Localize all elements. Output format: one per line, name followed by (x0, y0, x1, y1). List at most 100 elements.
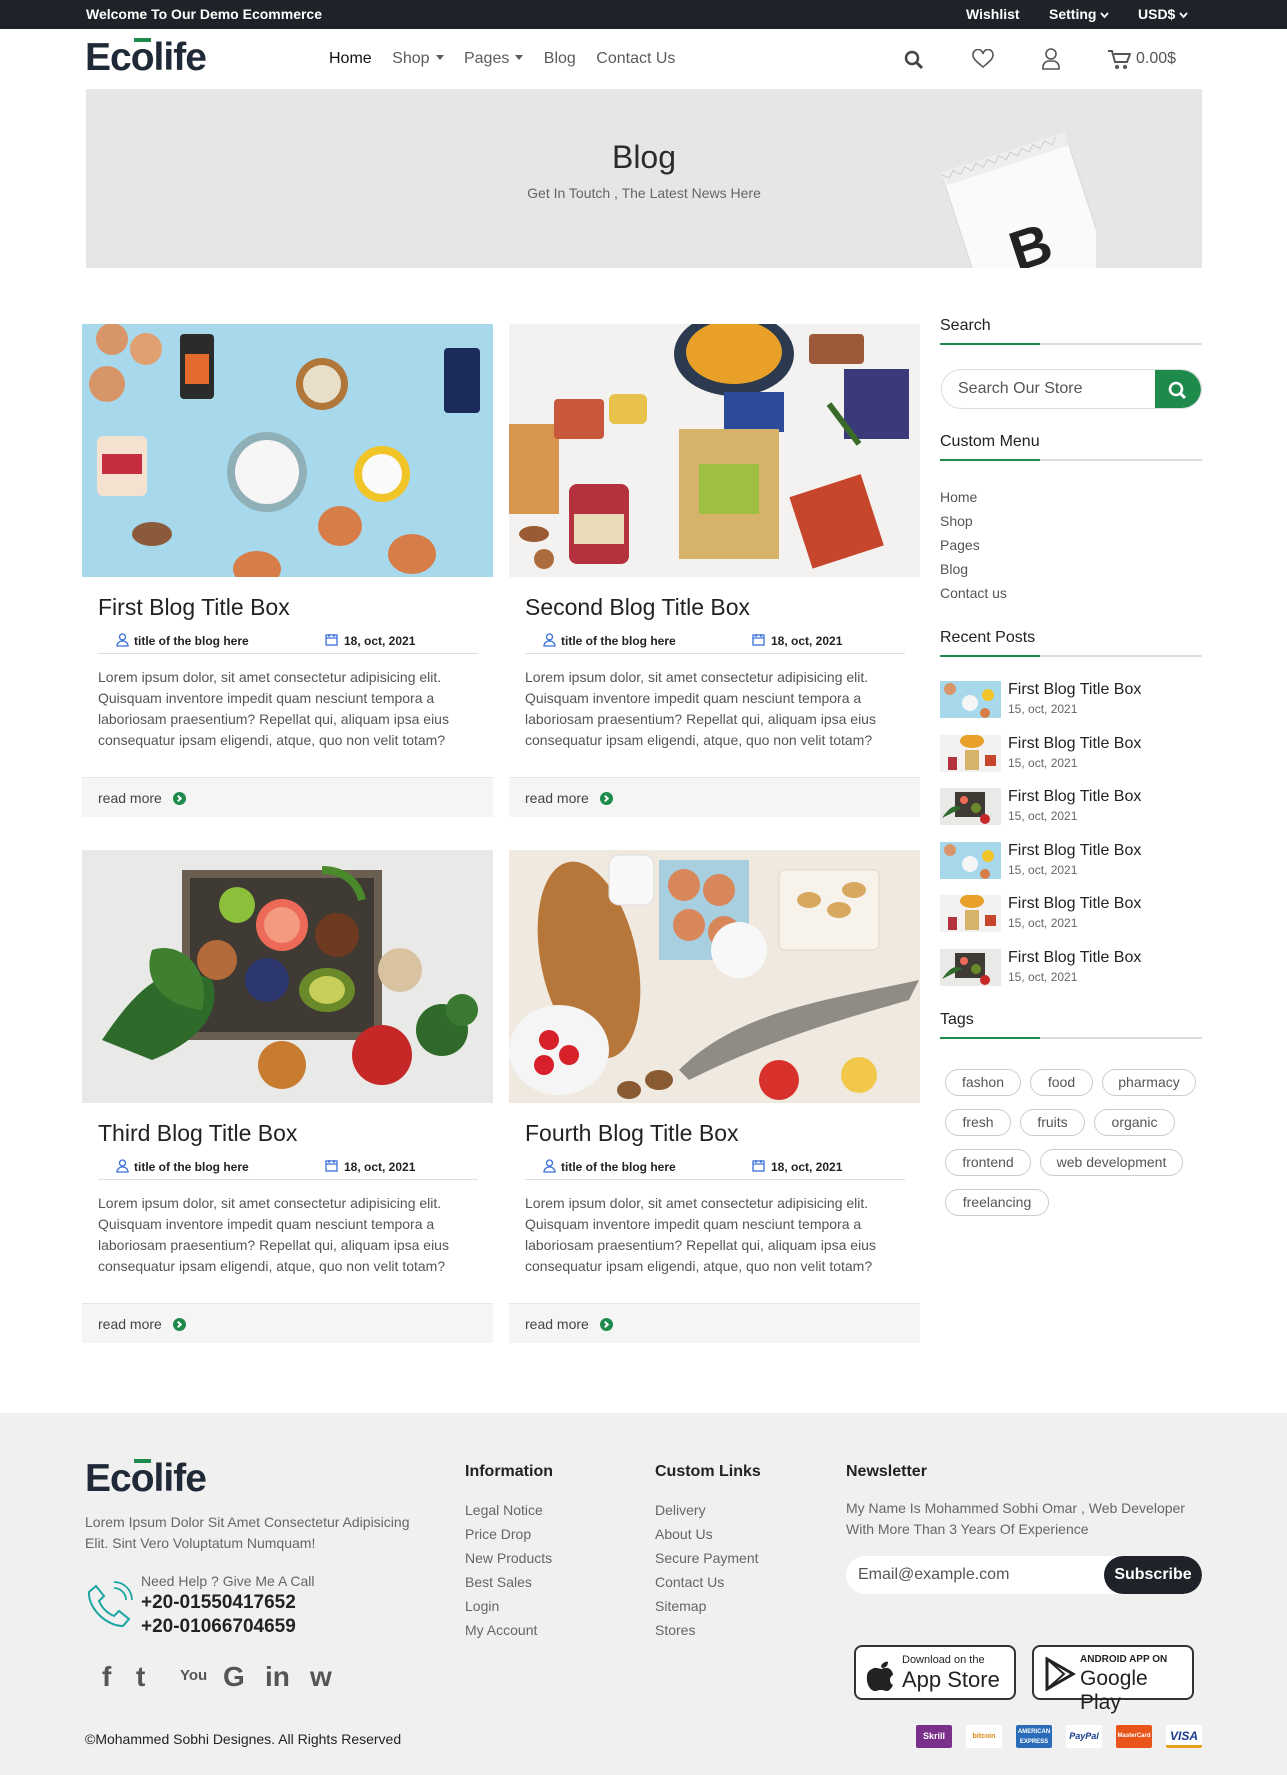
mastercard-icon: MasterCard (1116, 1725, 1152, 1748)
search-button[interactable] (1155, 370, 1201, 408)
recent-post[interactable]: First Blog Title Box 15, oct, 2021 (940, 735, 1202, 775)
linkedin-icon[interactable]: in (265, 1661, 290, 1693)
tag[interactable]: fruits (1020, 1109, 1085, 1136)
currency-dropdown[interactable]: USD$ (1138, 6, 1188, 22)
custom-menu-item[interactable]: Contact us (940, 585, 1007, 601)
tag[interactable]: fashon (945, 1069, 1021, 1096)
wishlist-link[interactable]: Wishlist (966, 6, 1020, 22)
user-icon[interactable] (1041, 48, 1061, 70)
recent-post[interactable]: First Blog Title Box 15, oct, 2021 (940, 788, 1202, 828)
recent-post-thumbnail (940, 735, 1001, 772)
blog-title[interactable]: Second Blog Title Box (525, 594, 750, 621)
custom-menu-item[interactable]: Home (940, 489, 977, 505)
tag[interactable]: pharmacy (1102, 1069, 1196, 1096)
blog-image[interactable] (82, 324, 493, 577)
facebook-icon[interactable]: f (102, 1661, 111, 1693)
recent-post[interactable]: First Blog Title Box 15, oct, 2021 (940, 842, 1202, 882)
recent-post-date: 15, oct, 2021 (1008, 809, 1078, 823)
logo[interactable]: Ecolife (85, 36, 207, 80)
recent-post[interactable]: First Blog Title Box 15, oct, 2021 (940, 949, 1202, 989)
search-heading: Search (940, 317, 991, 334)
setting-dropdown[interactable]: Setting (1049, 6, 1110, 22)
subscribe-button[interactable]: Subscribe (1104, 1556, 1202, 1594)
blog-meta: title of the blog here 18, oct, 2021 (525, 1156, 905, 1180)
cart-icon[interactable] (1107, 49, 1131, 70)
currency-label: USD$ (1138, 6, 1176, 22)
app-store-badge[interactable]: Download on the App Store (854, 1645, 1016, 1700)
read-more-label: read more (98, 790, 162, 806)
footer-link[interactable]: Best Sales (465, 1574, 532, 1590)
search-input[interactable]: Search Our Store (958, 380, 1083, 398)
read-more-button[interactable]: read more (509, 777, 920, 817)
footer-link[interactable]: New Products (465, 1550, 552, 1566)
recent-post[interactable]: First Blog Title Box 15, oct, 2021 (940, 681, 1202, 721)
custom-menu-item[interactable]: Pages (940, 537, 980, 553)
footer-link[interactable]: Contact Us (655, 1574, 724, 1590)
copyright: ©Mohammed Sobhi Designes. All Rights Res… (85, 1731, 402, 1747)
logo-text-o: o (130, 36, 155, 79)
footer-link[interactable]: About Us (655, 1526, 713, 1542)
tag[interactable]: fresh (945, 1109, 1011, 1136)
recent-post-date: 15, oct, 2021 (1008, 702, 1078, 716)
blog-author: title of the blog here (134, 1160, 249, 1174)
youtube-icon[interactable]: You (180, 1667, 207, 1684)
information-heading: Information (465, 1463, 553, 1480)
menu-item-contact[interactable]: Contact Us (596, 50, 675, 67)
footer-link[interactable]: My Account (465, 1622, 537, 1638)
recent-post[interactable]: First Blog Title Box 15, oct, 2021 (940, 895, 1202, 935)
read-more-button[interactable]: read more (82, 777, 493, 817)
tag[interactable]: frontend (945, 1149, 1031, 1176)
footer-link[interactable]: Secure Payment (655, 1550, 759, 1566)
footer-about: Lorem Ipsum Dolor Sit Amet Consectetur A… (85, 1514, 410, 1551)
blog-excerpt: Lorem ipsum dolor, sit amet consectetur … (525, 669, 876, 748)
menu-item-blog[interactable]: Blog (544, 50, 576, 67)
read-more-label: read more (525, 1316, 589, 1332)
blog-image[interactable] (509, 324, 920, 577)
cart-total[interactable]: 0.00$ (1136, 50, 1176, 68)
apple-icon (866, 1661, 893, 1691)
heart-icon[interactable] (972, 49, 994, 69)
logo-text-start: Ec (85, 36, 132, 79)
blog-title[interactable]: Third Blog Title Box (98, 1120, 297, 1147)
main-header: Ecolife Home Shop Pages Blog Contact Us … (0, 29, 1287, 89)
blog-title[interactable]: Fourth Blog Title Box (525, 1120, 739, 1147)
search-icon[interactable] (904, 50, 924, 70)
arrow-right-circle-icon (173, 1318, 186, 1331)
read-more-button[interactable]: read more (509, 1303, 920, 1343)
footer-link[interactable]: Legal Notice (465, 1502, 543, 1518)
read-more-label: read more (98, 1316, 162, 1332)
footer-link[interactable]: Stores (655, 1622, 695, 1638)
tag[interactable]: web development (1040, 1149, 1183, 1176)
custom-menu-item[interactable]: Blog (940, 561, 968, 577)
user-icon (116, 1159, 129, 1173)
menu-item-pages[interactable]: Pages (464, 50, 524, 67)
email-field[interactable]: Email@example.com (858, 1566, 1009, 1584)
menu-item-shop[interactable]: Shop (392, 50, 444, 67)
blog-image[interactable] (82, 850, 493, 1103)
footer-link[interactable]: Delivery (655, 1502, 706, 1518)
tag[interactable]: freelancing (945, 1189, 1049, 1216)
footer-link[interactable]: Login (465, 1598, 499, 1614)
whatsapp-icon[interactable]: w (310, 1661, 332, 1693)
page-banner: Blog Get In Toutch , The Latest News Her… (86, 89, 1202, 268)
blog-excerpt: Lorem ipsum dolor, sit amet consectetur … (98, 669, 449, 748)
visa-icon: VISA (1166, 1725, 1202, 1748)
footer-link[interactable]: Sitemap (655, 1598, 706, 1614)
blog-image[interactable] (509, 850, 920, 1103)
phone-number[interactable]: +20-01066704659 (141, 1616, 296, 1638)
read-more-label: read more (525, 790, 589, 806)
twitter-icon[interactable]: t (136, 1661, 145, 1693)
tag[interactable]: organic (1094, 1109, 1175, 1136)
custom-menu-item[interactable]: Shop (940, 513, 973, 529)
tag[interactable]: food (1030, 1069, 1093, 1096)
paypal-icon: PayPal (1066, 1725, 1102, 1748)
google-play-badge[interactable]: ANDROID APP ON Google Play (1032, 1645, 1194, 1714)
read-more-button[interactable]: read more (82, 1303, 493, 1343)
blog-title[interactable]: First Blog Title Box (98, 594, 290, 621)
footer-logo[interactable]: Ecolife (85, 1457, 207, 1501)
recent-post-thumbnail (940, 788, 1001, 825)
google-icon[interactable]: G (223, 1661, 245, 1693)
footer-link[interactable]: Price Drop (465, 1526, 531, 1542)
phone-number[interactable]: +20-01550417652 (141, 1592, 296, 1614)
menu-item-home[interactable]: Home (329, 50, 372, 67)
